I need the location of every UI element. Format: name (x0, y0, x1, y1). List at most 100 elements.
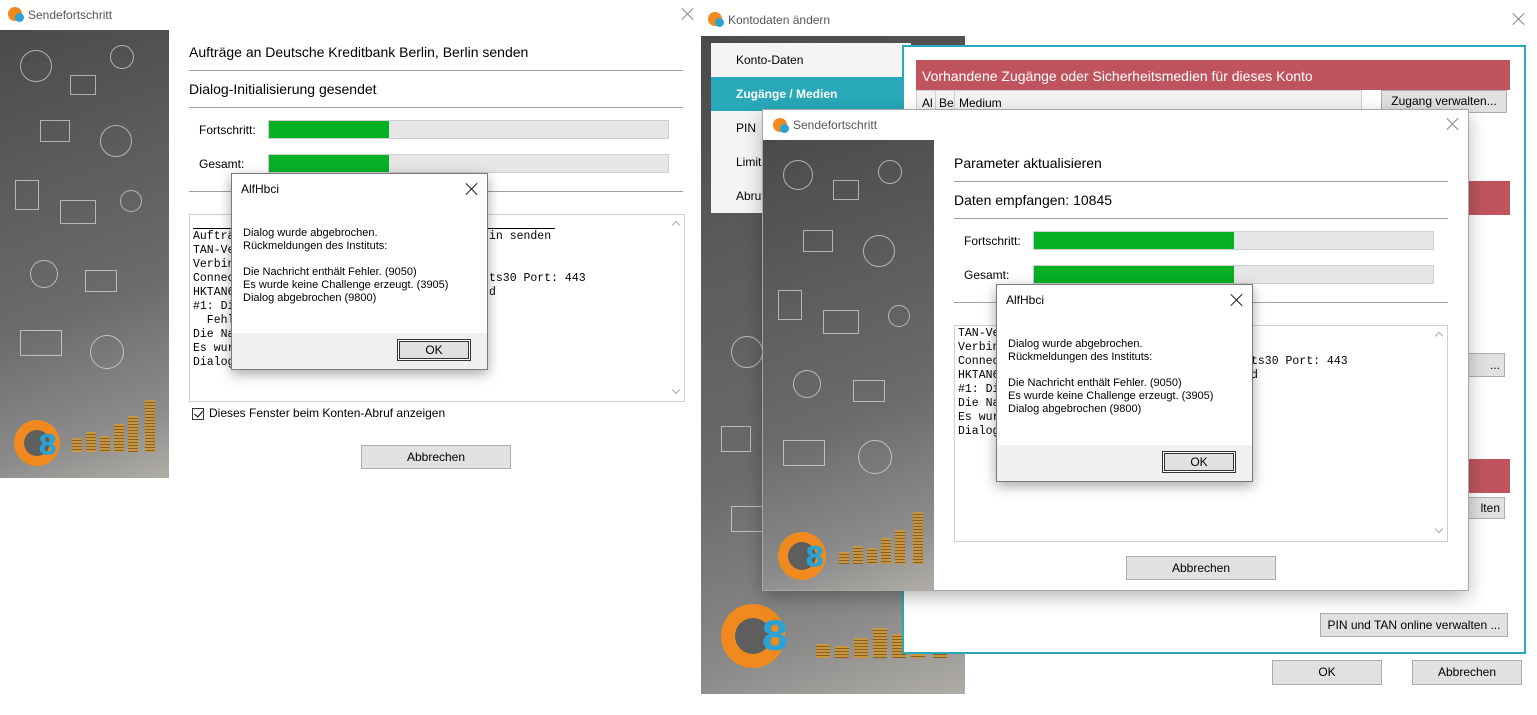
close-icon[interactable] (1229, 292, 1245, 308)
window-title: Sendefortschritt (28, 8, 113, 22)
ok-button[interactable]: OK (1272, 660, 1382, 685)
titlebar: Sendefortschritt (763, 110, 1468, 140)
dialog-message: Dialog wurde abgebrochen. Rückmeldungen d… (243, 227, 448, 305)
progress-bar (268, 120, 669, 139)
log-line: #1: Di (958, 383, 1000, 396)
log-line: HKTAN6 (193, 286, 235, 299)
log-line: Verbin (958, 341, 1000, 354)
log-line: Die Na (193, 328, 235, 341)
log-line: Connec (193, 272, 235, 285)
window-title: Kontodaten ändern (728, 13, 831, 27)
close-icon[interactable] (1445, 116, 1461, 132)
branding-image: 8 (763, 140, 934, 590)
scroll-up-icon[interactable] (672, 219, 680, 227)
window-heading: Parameter aktualisieren (954, 155, 1102, 171)
titlebar: Kontodaten ändern (701, 0, 1537, 30)
cancel-button[interactable]: Abbrechen (1126, 556, 1276, 580)
checkbox-label: Dieses Fenster beim Konten-Abruf anzeige… (209, 406, 446, 420)
log-line: Fehl (193, 314, 235, 327)
access-table-header: Al Be Medium (916, 90, 1362, 112)
dialog-message-line: Dialog abgebrochen (9800) (243, 292, 377, 304)
log-line-tail: d (489, 286, 496, 299)
section-title: Vorhandene Zugänge oder Sicherheitsmedie… (922, 68, 1313, 84)
column-medium[interactable]: Medium (959, 96, 1002, 110)
log-line: Dialog (958, 425, 1000, 438)
status-text: Dialog-Initialisierung gesendet (189, 81, 377, 97)
log-line: Die Na (958, 397, 1000, 410)
section-title-bar-3 (1464, 459, 1510, 493)
progress-label: Fortschritt: (964, 234, 1021, 248)
dialog-message-line: Die Nachricht enthält Fehler. (9050) (1008, 377, 1182, 389)
ok-button[interactable]: OK (1162, 451, 1236, 473)
dialog-message-line: Es wurde keine Challenge erzeugt. (3905) (243, 279, 449, 291)
total-label: Gesamt: (199, 157, 245, 171)
hidden-button-2-label: lten (1480, 501, 1500, 515)
dialog-message-line: Dialog wurde abgebrochen. (1008, 338, 1143, 350)
branding-image: 8 (0, 30, 169, 478)
ok-button[interactable]: OK (397, 339, 471, 361)
column-be[interactable]: Be (939, 96, 954, 110)
progress-label: Fortschritt: (199, 123, 256, 137)
cancel-button-label: Abbrechen (1437, 665, 1497, 679)
ok-button-label: OK (1190, 455, 1208, 469)
dialog-message-line (1008, 364, 1213, 377)
show-window-checkbox[interactable] (192, 408, 204, 420)
dialog-message-line: Dialog abgebrochen (9800) (1008, 403, 1142, 415)
log-line-tail: in senden (489, 230, 552, 243)
close-icon[interactable] (464, 181, 480, 197)
dialog-message-line: Es wurde keine Challenge erzeugt. (3905) (1008, 390, 1214, 402)
cancel-button-label: Abbrechen (1171, 561, 1231, 575)
cancel-button[interactable]: Abbrechen (361, 445, 511, 469)
titlebar: Sendefortschritt (0, 0, 700, 30)
scroll-down-icon[interactable] (672, 387, 680, 395)
hidden-button-1-label: ... (1489, 358, 1500, 372)
log-line-tail: ts30 Port: 443 (489, 272, 586, 285)
log-line: Verbin (193, 258, 235, 271)
section-title-bar-2 (1464, 181, 1510, 215)
total-progress-bar (1033, 265, 1434, 284)
app-logo-icon (8, 7, 24, 22)
dialog-message-line (243, 253, 448, 266)
log-line: TAN-Ve (958, 327, 1000, 340)
log-line: Es wur (193, 342, 235, 355)
tab-1[interactable]: Zugänge / Medien (711, 77, 911, 111)
dialog-message: Dialog wurde abgebrochen. Rückmeldungen d… (1008, 338, 1213, 416)
error-dialog-1: AlfHbci Dialog wurde abgebrochen. Rückmel… (231, 173, 488, 370)
dialog-title: AlfHbci (241, 182, 280, 196)
dialog-title: AlfHbci (1006, 293, 1045, 307)
pin-tan-manage-button[interactable]: PIN und TAN online verwalten ... (1320, 613, 1508, 637)
dialog-message-line: Rückmeldungen des Instituts: (243, 240, 388, 252)
ok-button-label: OK (425, 343, 443, 357)
scroll-down-icon[interactable] (1435, 526, 1443, 534)
log-line: Aufträ (193, 230, 235, 243)
log-line: TAN-Ve (193, 244, 235, 257)
close-icon[interactable] (680, 6, 696, 22)
app-logo-icon (773, 118, 789, 133)
log-line: #1: Di (193, 300, 235, 313)
status-text: Daten empfangen: 10845 (954, 192, 1113, 208)
column-al[interactable]: Al (922, 96, 933, 110)
close-icon[interactable] (1511, 11, 1527, 27)
ok-button-label: OK (1318, 665, 1336, 679)
total-label: Gesamt: (964, 268, 1010, 282)
dialog-footer: OK (997, 445, 1252, 481)
pin-tan-manage-label: PIN und TAN online verwalten ... (1327, 618, 1501, 632)
total-progress-bar (268, 154, 669, 173)
tab-0[interactable]: Konto-Daten (711, 43, 911, 77)
manage-access-label: Zugang verwalten... (1391, 94, 1497, 108)
error-dialog-2: AlfHbci Dialog wurde abgebrochen. Rückmel… (996, 284, 1253, 482)
dialog-message-line: Rückmeldungen des Instituts: (1008, 351, 1153, 363)
cancel-button-label: Abbrechen (406, 450, 466, 464)
log-line: Dialog (193, 356, 235, 369)
log-line-tail: ts30 Port: 443 (1251, 355, 1348, 368)
log-line: HKTAN6 (958, 369, 1000, 382)
dialog-message-line: Die Nachricht enthält Fehler. (9050) (243, 266, 417, 278)
window-heading: Aufträge an Deutsche Kreditbank Berlin, … (189, 44, 529, 60)
dialog-message-line: Dialog wurde abgebrochen. (243, 227, 378, 239)
cancel-button[interactable]: Abbrechen (1412, 660, 1522, 685)
log-line: Connec (958, 355, 1000, 368)
app-logo-icon (708, 12, 724, 27)
scroll-up-icon[interactable] (1435, 330, 1443, 338)
dialog-footer: OK (232, 333, 487, 369)
section-title-bar: Vorhandene Zugänge oder Sicherheitsmedie… (916, 60, 1510, 90)
